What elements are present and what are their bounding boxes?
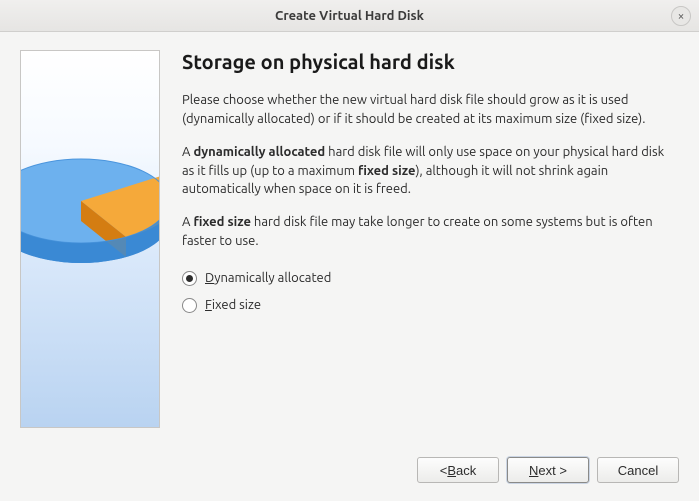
bold-text: fixed size — [358, 164, 416, 178]
cancel-button[interactable]: Cancel — [597, 457, 679, 483]
text: < — [440, 463, 448, 478]
titlebar: Create Virtual Hard Disk × — [0, 0, 699, 32]
text: ynamically allocated — [214, 271, 331, 285]
text: hard disk file may take longer to create… — [182, 215, 653, 248]
next-button[interactable]: Next > — [507, 457, 589, 483]
radio-dynamically-allocated[interactable]: Dynamically allocated — [182, 271, 679, 286]
main-content: Storage on physical hard disk Please cho… — [182, 50, 679, 440]
radio-indicator — [182, 298, 197, 313]
dynamic-paragraph: A dynamically allocated hard disk file w… — [182, 143, 679, 200]
content-area: Storage on physical hard disk Please cho… — [0, 32, 699, 452]
mnemonic: B — [447, 463, 456, 478]
fixed-paragraph: A fixed size hard disk file may take lon… — [182, 213, 679, 251]
text: ext > — [538, 463, 567, 478]
back-button[interactable]: < Back — [417, 457, 499, 483]
mnemonic: F — [205, 298, 212, 312]
window-title: Create Virtual Hard Disk — [275, 9, 424, 23]
text: ixed size — [212, 298, 261, 312]
close-icon: × — [678, 10, 685, 23]
mnemonic: D — [205, 271, 214, 285]
intro-paragraph: Please choose whether the new virtual ha… — [182, 91, 679, 129]
wizard-illustration — [20, 50, 160, 428]
radio-label: Fixed size — [205, 298, 261, 312]
page-heading: Storage on physical hard disk — [182, 50, 679, 73]
bold-text: fixed size — [193, 215, 251, 229]
text: A — [182, 145, 193, 159]
button-bar: < Back Next > Cancel — [0, 452, 699, 500]
text: A — [182, 215, 193, 229]
storage-type-radio-group: Dynamically allocated Fixed size — [182, 271, 679, 325]
radio-fixed-size[interactable]: Fixed size — [182, 298, 679, 313]
radio-label: Dynamically allocated — [205, 271, 331, 285]
radio-indicator — [182, 271, 197, 286]
mnemonic: N — [529, 463, 538, 478]
close-button[interactable]: × — [671, 6, 691, 26]
bold-text: dynamically allocated — [193, 145, 325, 159]
text: ack — [456, 463, 476, 478]
